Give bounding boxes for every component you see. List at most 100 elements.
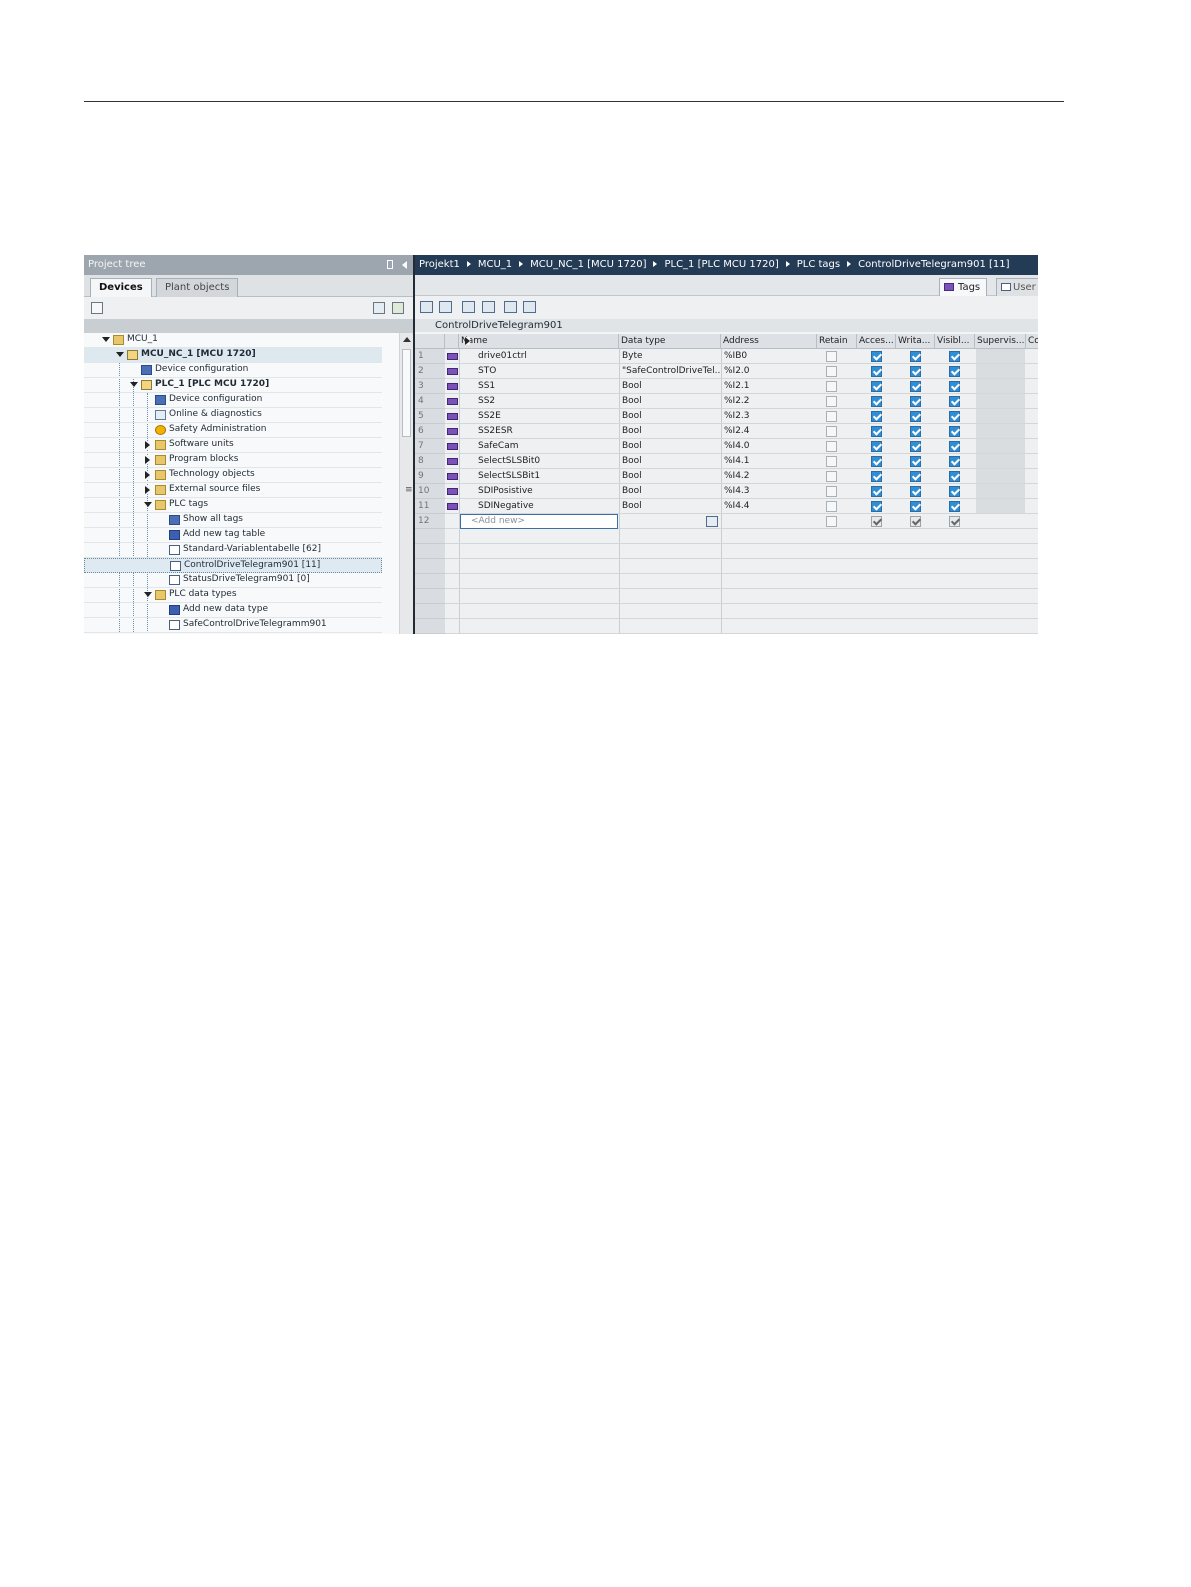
retain-checkbox[interactable] (826, 486, 837, 497)
tree-item[interactable]: Add new tag table (84, 528, 382, 543)
retain-checkbox[interactable] (826, 381, 837, 392)
insert-row-icon[interactable] (420, 301, 433, 313)
retain-checkbox[interactable] (826, 441, 837, 452)
tag-data-type[interactable]: Bool (619, 439, 720, 454)
retain-checkbox[interactable] (826, 366, 837, 377)
col-header-icon[interactable] (445, 334, 459, 349)
list-view-icon[interactable] (373, 302, 385, 314)
row-number[interactable]: 7 (415, 439, 445, 454)
col-header-supervision[interactable]: Supervis... (975, 334, 1026, 349)
tag-data-type[interactable]: Bool (619, 424, 720, 439)
pin-icon[interactable] (387, 260, 393, 269)
tag-name[interactable]: SafeCam (475, 439, 615, 454)
add-row-icon[interactable] (439, 301, 452, 313)
visible-checkbox[interactable] (949, 381, 960, 392)
visible-checkbox[interactable] (949, 426, 960, 437)
row-number[interactable]: 1 (415, 349, 445, 364)
tree-item[interactable]: External source files (84, 483, 382, 498)
row-number[interactable]: 6 (415, 424, 445, 439)
data-type-picker-icon[interactable] (706, 516, 718, 527)
expand-down-icon[interactable] (102, 337, 110, 342)
tree-item[interactable]: Program blocks (84, 453, 382, 468)
tree-item[interactable]: Show all tags (84, 513, 382, 528)
writable-checkbox[interactable] (910, 381, 921, 392)
visible-checkbox[interactable] (949, 366, 960, 377)
col-header-data-type[interactable]: Data type (619, 334, 721, 349)
row-number[interactable] (415, 559, 445, 574)
breadcrumb-item[interactable]: PLC_1 [PLC MCU 1720] (664, 259, 778, 270)
tree-scrollbar[interactable]: ≡ (399, 333, 413, 634)
writable-checkbox[interactable] (910, 456, 921, 467)
tag-name[interactable]: SelectSLSBit0 (475, 454, 615, 469)
writable-checkbox[interactable] (910, 366, 921, 377)
tag-data-type[interactable]: Bool (619, 394, 720, 409)
tag-name[interactable]: SDIPosistive (475, 484, 615, 499)
tree-item[interactable]: Standard-Variablentabelle [62] (84, 543, 382, 558)
tree-item[interactable]: MCU_1 (84, 333, 382, 348)
accessible-checkbox[interactable] (871, 486, 882, 497)
writable-checkbox[interactable] (910, 486, 921, 497)
retain-checkbox[interactable] (826, 456, 837, 467)
tag-address[interactable]: %I4.0 (721, 439, 816, 454)
tab-plant-objects[interactable]: Plant objects (156, 278, 239, 297)
visible-checkbox[interactable] (949, 456, 960, 467)
accessible-checkbox[interactable] (871, 456, 882, 467)
tree-item[interactable]: SafeControlDriveTelegramm901 (84, 618, 382, 633)
row-number[interactable]: 11 (415, 499, 445, 514)
writable-checkbox[interactable] (910, 351, 921, 362)
visible-checkbox[interactable] (949, 351, 960, 362)
retain-checkbox[interactable] (826, 501, 837, 512)
tag-address[interactable]: %I2.2 (721, 394, 816, 409)
row-number[interactable] (415, 544, 445, 559)
visible-checkbox[interactable] (949, 516, 960, 527)
row-number[interactable] (415, 604, 445, 619)
writable-checkbox[interactable] (910, 471, 921, 482)
tag-address[interactable]: %I2.4 (721, 424, 816, 439)
import-tags-icon[interactable] (482, 301, 495, 313)
tag-name[interactable]: drive01ctrl (475, 349, 615, 364)
tag-name[interactable]: SS2 (475, 394, 615, 409)
row-number[interactable]: 4 (415, 394, 445, 409)
add-new-tag-input[interactable]: <Add new> (460, 514, 618, 529)
tag-data-type[interactable]: Byte (619, 349, 720, 364)
tab-user-constants[interactable]: User (996, 278, 1038, 296)
export-tags-icon[interactable] (462, 301, 475, 313)
breadcrumb-item[interactable]: PLC tags (797, 259, 840, 270)
writable-checkbox[interactable] (910, 426, 921, 437)
accessible-checkbox[interactable] (871, 396, 882, 407)
retain-checkbox[interactable] (826, 471, 837, 482)
col-header-number[interactable] (415, 334, 445, 349)
tag-name[interactable]: SS2ESR (475, 424, 615, 439)
row-number[interactable] (415, 574, 445, 589)
tag-address[interactable]: %I2.0 (721, 364, 816, 379)
tree-item[interactable]: PLC data types (84, 588, 382, 603)
expand-right-icon[interactable] (145, 486, 150, 494)
tree-item[interactable]: PLC tags (84, 498, 382, 513)
col-header-name[interactable]: Name (459, 334, 619, 349)
accessible-checkbox[interactable] (871, 411, 882, 422)
tag-data-type[interactable]: "SafeControlDriveTel... (619, 364, 720, 379)
row-number[interactable]: 9 (415, 469, 445, 484)
visible-checkbox[interactable] (949, 396, 960, 407)
breadcrumb-item[interactable]: ControlDriveTelegram901 [11] (858, 259, 1009, 270)
tree-item[interactable]: ControlDriveTelegram901 [11] (84, 558, 382, 573)
splitter-grip-icon[interactable]: ≡ (405, 485, 413, 495)
tag-data-type[interactable]: Bool (619, 469, 720, 484)
visible-checkbox[interactable] (949, 486, 960, 497)
scroll-up-icon[interactable] (403, 337, 411, 342)
accessible-checkbox[interactable] (871, 381, 882, 392)
tree-view-icon[interactable] (91, 302, 103, 314)
tree-item[interactable]: Safety Administration (84, 423, 382, 438)
col-header-accessible[interactable]: Acces... (857, 334, 896, 349)
col-header-writable[interactable]: Writa... (896, 334, 935, 349)
tag-data-type[interactable]: Bool (619, 409, 720, 424)
row-number[interactable]: 10 (415, 484, 445, 499)
tree-item[interactable]: Technology objects (84, 468, 382, 483)
tree-item[interactable]: Device configuration (84, 393, 382, 408)
tag-name[interactable]: SS1 (475, 379, 615, 394)
accessible-checkbox[interactable] (871, 441, 882, 452)
breadcrumb-item[interactable]: Projekt1 (419, 259, 460, 270)
scroll-thumb[interactable] (402, 349, 411, 437)
tree-item[interactable]: PLC_1 [PLC MCU 1720] (84, 378, 382, 393)
expand-down-icon[interactable] (116, 352, 124, 357)
